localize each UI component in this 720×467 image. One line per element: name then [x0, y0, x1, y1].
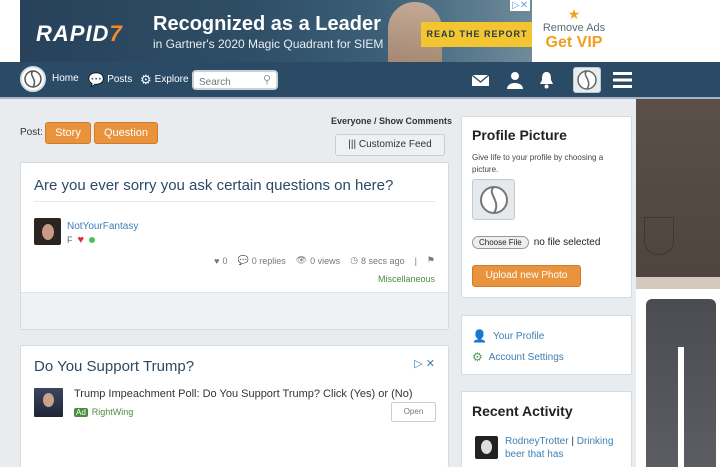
avatar[interactable]	[475, 436, 498, 459]
ad-headline: Recognized as a Leader	[153, 13, 381, 35]
gender-label: F	[67, 235, 73, 245]
nav-home-label: Home	[52, 73, 79, 84]
profile-picture-title: Profile Picture	[472, 127, 567, 143]
account-links-card: 👤 Your Profile ⚙ Account Settings	[461, 315, 632, 375]
activity-user[interactable]: RodneyTrotter	[505, 436, 569, 447]
profile-picture-card: Profile Picture Give life to your profil…	[461, 116, 632, 298]
adchoices-icon[interactable]: ▷✕	[510, 0, 531, 11]
friends-icon[interactable]	[505, 71, 525, 89]
question-card: Are you ever sorry you ask certain quest…	[20, 162, 449, 330]
question-stats: ♥ 0 💬 0 replies 👁 0 views ◷ 8 secs ago | ⚑	[214, 255, 435, 266]
divider	[34, 201, 435, 202]
your-profile-label: Your Profile	[492, 330, 545, 342]
nav-home[interactable]: Home	[52, 73, 79, 84]
comment-icon: 💬	[237, 255, 249, 265]
your-profile-link[interactable]: 👤 Your Profile	[472, 329, 544, 343]
star-icon: ★	[567, 6, 581, 22]
flag-icon[interactable]: ⚑	[427, 255, 435, 266]
replies-stat[interactable]: 💬 0 replies	[237, 255, 285, 266]
mail-icon[interactable]	[471, 74, 490, 87]
heart-icon: ♥	[77, 234, 85, 246]
choose-file-button[interactable]: Choose File	[472, 236, 529, 249]
activity-item[interactable]: RodneyTrotter | Drinking beer that has	[505, 435, 627, 461]
ad-source: Ad RightWing	[74, 407, 133, 417]
nav-posts-label: Posts	[107, 74, 133, 85]
sliders-icon: |||	[348, 139, 357, 150]
ad-thumbnail[interactable]	[34, 388, 63, 417]
views-stat: 👁 0 views	[296, 255, 340, 266]
post-time: 8 secs ago	[361, 255, 405, 266]
gear-icon: ⚙	[140, 72, 152, 87]
question-title[interactable]: Are you ever sorry you ask certain quest…	[34, 177, 393, 194]
search-input[interactable]	[199, 74, 259, 91]
separator: |	[414, 255, 417, 266]
get-vip-label: Get VIP	[545, 34, 603, 51]
rapid7-logo: RAPID7	[36, 21, 123, 46]
shirt-product-image[interactable]	[636, 99, 720, 289]
nav-explore-label: Explore	[154, 74, 189, 85]
customize-feed-label: Customize Feed	[358, 139, 432, 150]
chat-bubbles-icon: 💬	[88, 72, 105, 87]
ad-open-button[interactable]: Open	[391, 402, 436, 422]
nav-posts[interactable]: 💬 Posts	[88, 73, 132, 86]
ad-card-text[interactable]: Trump Impeachment Poll: Do You Support T…	[74, 388, 413, 400]
upload-photo-button[interactable]: Upload new Photo	[472, 265, 581, 287]
navbar: Home 💬 Posts ⚙ Explore ⚲	[0, 62, 720, 99]
username-link[interactable]: NotYourFantasy	[67, 221, 138, 232]
pants-product-image[interactable]	[646, 299, 716, 467]
ad-subline: in Gartner's 2020 Magic Quadrant for SIE…	[153, 37, 384, 51]
online-status-icon	[89, 237, 96, 243]
product-ad[interactable]	[636, 99, 720, 467]
site-logo[interactable]	[20, 66, 46, 92]
post-label: Post:	[20, 127, 43, 138]
top-ad-banner[interactable]: RAPID7 Recognized as a Leader in Gartner…	[0, 0, 720, 62]
account-settings-label: Account Settings	[488, 351, 564, 363]
user-icon: 👤	[472, 329, 487, 343]
user-meta: F ♥	[67, 234, 96, 246]
ad-card-title[interactable]: Do You Support Trump?	[34, 358, 194, 375]
profile-picture-preview	[472, 179, 515, 220]
gear-icon: ⚙	[472, 350, 483, 364]
ad-badge: Ad	[74, 407, 88, 417]
profile-picture-description: Give life to your profile by choosing a …	[472, 153, 604, 174]
recent-activity-title: Recent Activity	[472, 403, 573, 419]
file-picker[interactable]: Choose File no file selected	[472, 236, 600, 249]
bell-icon[interactable]	[539, 71, 554, 89]
likes-count: 0	[222, 255, 228, 266]
remove-ads-link[interactable]: ★ Remove Ads Get VIP	[532, 6, 616, 52]
heart-icon: ♥	[214, 255, 220, 266]
likes-stat[interactable]: ♥ 0	[214, 256, 227, 266]
clock-icon: ◷	[350, 255, 359, 265]
sponsored-card[interactable]: Do You Support Trump? ▷ ✕ Trump Impeachm…	[20, 345, 449, 467]
recent-activity-card: Recent Activity RodneyTrotter | Drinking…	[461, 391, 632, 467]
views-count: 0 views	[310, 255, 341, 266]
menu-icon[interactable]	[613, 72, 632, 88]
search-icon[interactable]: ⚲	[263, 73, 271, 86]
file-status: no file selected	[533, 237, 601, 248]
remove-ads-label: Remove Ads	[542, 22, 606, 34]
user-avatar-button[interactable]	[573, 67, 601, 93]
story-button[interactable]: Story	[45, 122, 91, 144]
read-report-button[interactable]: READ THE REPORT	[421, 22, 532, 47]
eye-icon: 👁	[295, 255, 308, 265]
search-box[interactable]: ⚲	[192, 70, 278, 91]
question-button[interactable]: Question	[94, 122, 158, 144]
activity-separator: |	[571, 436, 574, 447]
nav-explore[interactable]: ⚙ Explore	[140, 73, 189, 86]
feed-filters[interactable]: Everyone / Show Comments	[331, 116, 452, 126]
question-card-footer	[21, 292, 448, 329]
avatar[interactable]	[34, 218, 61, 245]
replies-count: 0 replies	[251, 255, 286, 266]
customize-feed-button[interactable]: ||| Customize Feed	[335, 134, 445, 156]
account-settings-link[interactable]: ⚙ Account Settings	[472, 350, 564, 364]
category-link[interactable]: Miscellaneous	[378, 274, 435, 284]
rapid7-ad[interactable]: RAPID7 Recognized as a Leader in Gartner…	[20, 0, 532, 62]
adchoices-close-icon[interactable]: ▷ ✕	[414, 357, 435, 370]
time-stat: ◷ 8 secs ago	[350, 255, 404, 266]
ad-source-name[interactable]: RightWing	[92, 407, 134, 417]
